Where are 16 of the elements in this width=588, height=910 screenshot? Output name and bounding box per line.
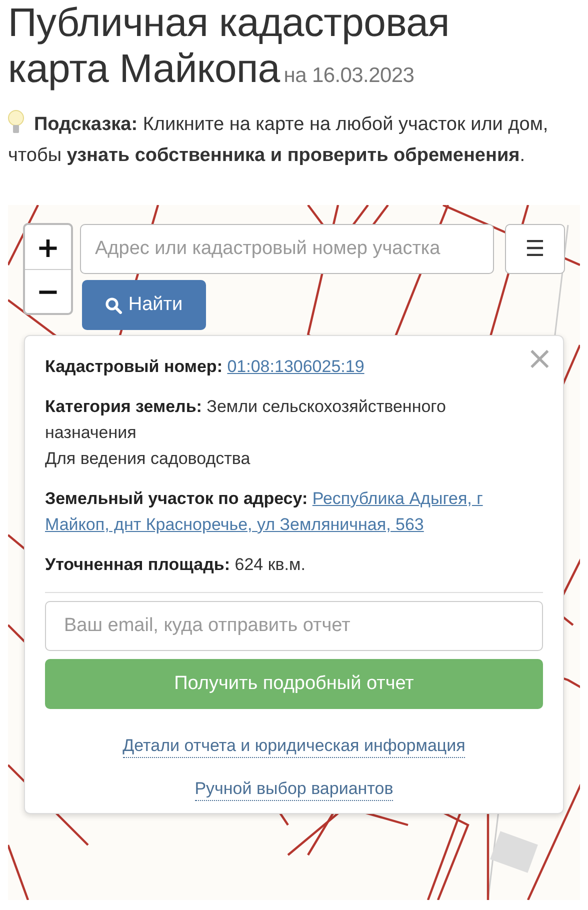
- search-icon: [105, 296, 122, 314]
- menu-button[interactable]: ☰: [505, 224, 565, 274]
- email-field[interactable]: Ваш email, куда отправить отчет: [45, 601, 543, 651]
- field-text: Кадастровый номер: 01:08:1306025:19: [45, 356, 366, 378]
- hint-text: Подсказка: Кликните на карте на любой участок или дом, чтобы узнать собственника и проверить обременения.: [8, 109, 580, 171]
- zoom-out-button[interactable]: −: [25, 269, 71, 313]
- details-link[interactable]: Детали отчета и юридическая информация: [122, 735, 466, 758]
- page-title: Публичная кадастровая карта Майкопа на 16.03.2023: [8, 0, 450, 93]
- field-text: Земельный участок по адресу: Республика Адыгея, г Майкоп, днт Красноречье, ул Земляничная, 563: [45, 488, 484, 536]
- search-field[interactable]: Адрес или кадастровый номер участка: [80, 224, 494, 274]
- find-button[interactable]: Найти: [82, 280, 206, 330]
- field-text: Категория земель: Земли сельскохозяйственного назначения: [45, 396, 447, 444]
- details-link[interactable]: Ручной выбор вариантов: [194, 778, 394, 801]
- field-text: Уточненная площадь: 624 кв.м.: [45, 554, 306, 576]
- lightbulb-icon: [8, 110, 24, 134]
- field-note: Для ведения садоводства: [45, 449, 250, 468]
